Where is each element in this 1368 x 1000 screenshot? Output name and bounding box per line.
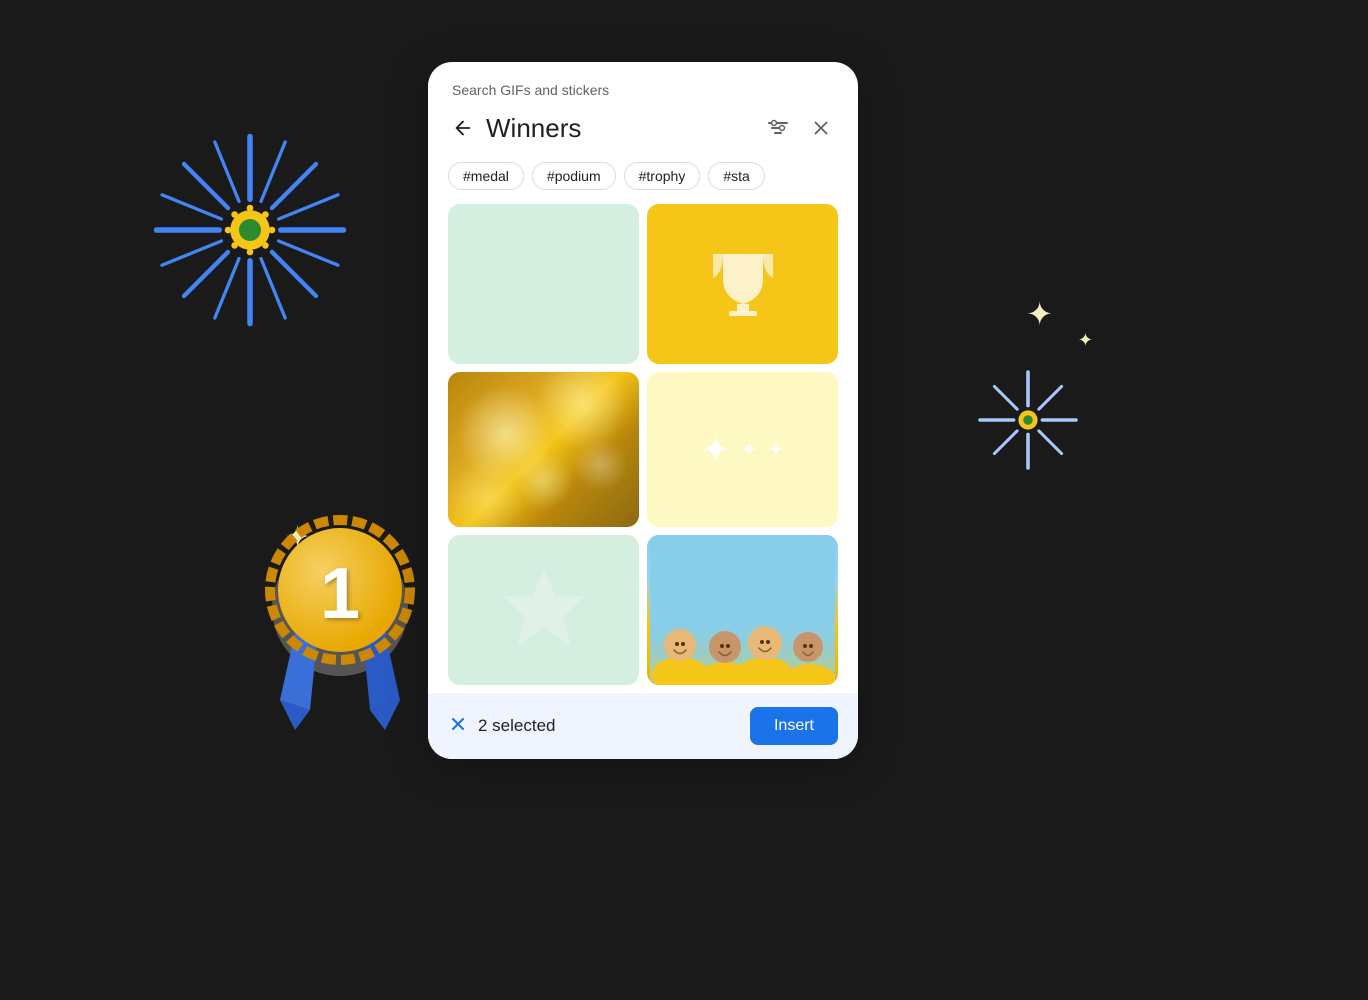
tag-trophy[interactable]: #trophy <box>624 162 701 190</box>
svg-text:1: 1 <box>320 554 360 634</box>
sparkle-top-right-large: ✦ <box>1026 295 1053 333</box>
gif-cell-6[interactable] <box>647 535 838 685</box>
gif-cell-2[interactable] <box>647 204 838 364</box>
medal-decoration: 1 <box>240 500 440 740</box>
people-silhouette <box>647 535 838 685</box>
dialog-header-label: Search GIFs and stickers <box>428 62 858 106</box>
tag-podium[interactable]: #podium <box>532 162 616 190</box>
light-starburst-decoration <box>968 360 1088 480</box>
gif-cell-5[interactable] <box>448 535 639 685</box>
tag-medal[interactable]: #medal <box>448 162 524 190</box>
clear-selection-button[interactable] <box>448 714 468 739</box>
trophy-icon <box>703 244 783 324</box>
dialog-title: Winners <box>486 113 752 144</box>
back-button[interactable] <box>448 113 478 143</box>
bottom-bar: 2 selected Insert <box>428 693 858 759</box>
tag-star[interactable]: #sta <box>708 162 764 190</box>
star-icon <box>499 565 589 655</box>
gif-cell-1[interactable] <box>448 204 639 364</box>
gif-cell-3[interactable] <box>448 372 639 527</box>
sparkle-top-right-small: ✦ <box>1078 330 1093 351</box>
blue-starburst-decoration <box>140 120 360 340</box>
gif-cell-4[interactable]: ✦ ✦ ✦ <box>647 372 838 527</box>
gif-grid: ✦ ✦ ✦ <box>428 204 858 685</box>
insert-button[interactable]: Insert <box>750 707 838 745</box>
dialog-title-row: Winners <box>428 106 858 158</box>
gif-search-dialog: Search GIFs and stickers Winners <box>428 62 858 759</box>
tags-row: #medal #podium #trophy #sta <box>428 158 858 204</box>
close-button[interactable] <box>804 111 838 145</box>
selected-count: 2 selected <box>478 716 750 736</box>
filter-button[interactable] <box>760 110 796 146</box>
